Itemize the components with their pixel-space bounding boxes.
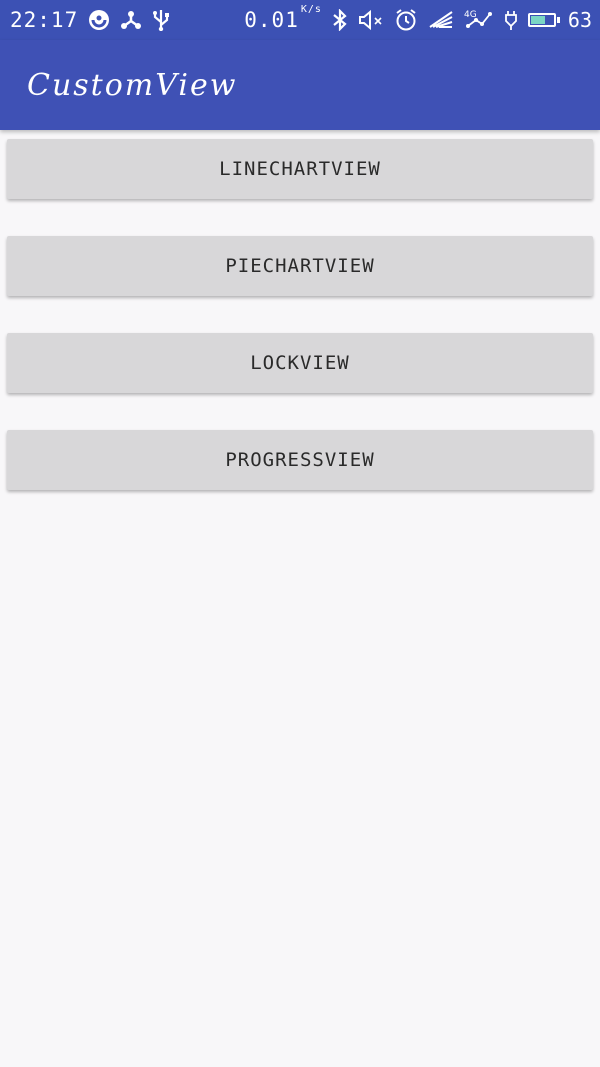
piechartview-button[interactable]: PIECHARTVIEW: [7, 236, 593, 296]
mobile-data-4g-icon: 4G: [464, 8, 494, 32]
status-time: 22:17: [10, 8, 79, 32]
signal-wings-icon: [428, 9, 454, 31]
sync-circle-icon: [88, 9, 110, 31]
lockview-button[interactable]: LOCKVIEW: [7, 333, 593, 393]
battery-icon: [527, 13, 560, 27]
status-right-icons: 4G: [332, 8, 560, 32]
volume-mute-icon: [358, 9, 384, 31]
app-bar: CustomView: [0, 40, 600, 130]
linechartview-button[interactable]: LINECHARTVIEW: [7, 139, 593, 199]
bluetooth-icon: [332, 9, 348, 31]
alarm-icon: [394, 8, 418, 32]
network-speed-value: 0.01: [244, 8, 299, 32]
network-speed: 0.01 K/s: [244, 4, 322, 32]
battery-fill: [530, 16, 545, 24]
network-speed-unit: K/s: [300, 4, 322, 15]
app-title: CustomView: [27, 67, 238, 103]
battery-percent: 63: [567, 8, 592, 32]
status-bar: 22:17 0.01 K/s 4G 63: [0, 0, 600, 40]
status-left-icons: [88, 9, 170, 31]
share-icon: [120, 9, 142, 31]
progressview-button[interactable]: PROGRESSVIEW: [7, 430, 593, 490]
charging-icon: [504, 9, 518, 31]
usb-icon: [152, 9, 170, 31]
